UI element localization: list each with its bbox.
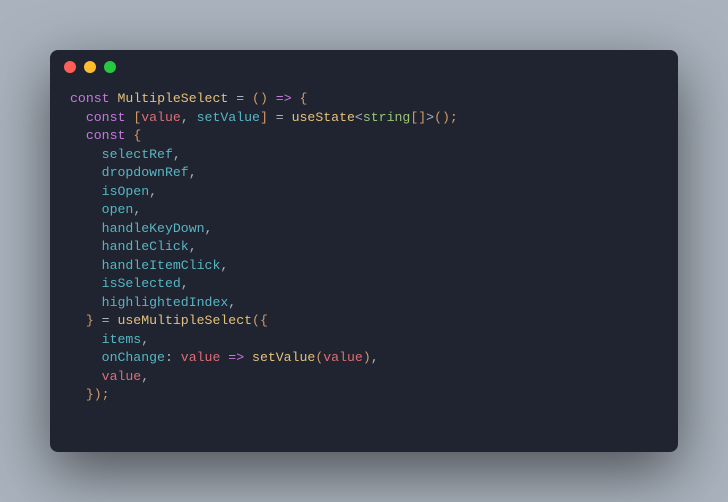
type-string: string [363,110,410,125]
brace-open: { [300,91,308,106]
fn-usemultipleselect: useMultipleSelect [117,313,252,328]
comma: , [189,239,197,254]
brace-open: { [125,128,141,143]
arg-value: value [181,350,221,365]
component-name: MultipleSelect [118,91,229,106]
comma: , [371,350,379,365]
comma: , [173,147,181,162]
eq: = [102,313,118,328]
bracket: ] [260,110,276,125]
kw-const: const [86,110,126,125]
destructure-item: dropdownRef [102,165,189,180]
comma: , [181,110,197,125]
arrow: => [268,91,300,106]
zoom-icon[interactable] [104,61,116,73]
close-icon[interactable] [64,61,76,73]
arrow: => [220,350,252,365]
eq: = [228,91,252,106]
call: (); [434,110,458,125]
destructure-item: open [102,202,134,217]
destructure-item: selectRef [102,147,173,162]
comma: , [133,202,141,217]
arg-value: value [323,350,363,365]
call-close: }); [86,387,110,402]
destructure-item: isOpen [102,184,149,199]
code-window: const MultipleSelect = () => { const [va… [50,50,678,452]
comma: , [149,184,157,199]
lt: < [355,110,363,125]
type-array: [] [410,110,426,125]
brace-close: } [86,313,102,328]
var-value: value [141,110,181,125]
colon: : [165,350,181,365]
var-setvalue: setValue [197,110,260,125]
comma: , [181,276,189,291]
gt: > [426,110,434,125]
comma: , [228,295,236,310]
bracket: [ [125,110,141,125]
destructure-item: highlightedIndex [102,295,229,310]
kw-const: const [70,91,110,106]
destructure-item: handleItemClick [102,258,221,273]
comma: , [205,221,213,236]
comma: , [141,332,149,347]
comma: , [189,165,197,180]
call-open: ({ [252,313,268,328]
prop-value: value [102,369,142,384]
titlebar [50,50,678,84]
destructure-item: handleKeyDown [102,221,205,236]
destructure-item: handleClick [102,239,189,254]
kw-const: const [86,128,126,143]
prop-onchange: onChange [102,350,165,365]
minimize-icon[interactable] [84,61,96,73]
fn-setvalue: setValue [252,350,315,365]
destructure-item: isSelected [102,276,181,291]
parens: () [252,91,268,106]
code-block: const MultipleSelect = () => { const [va… [50,84,678,423]
eq: = [276,110,292,125]
comma: , [141,369,149,384]
fn-usestate: useState [292,110,355,125]
prop-items: items [102,332,142,347]
paren-close: ) [363,350,371,365]
comma: , [220,258,228,273]
